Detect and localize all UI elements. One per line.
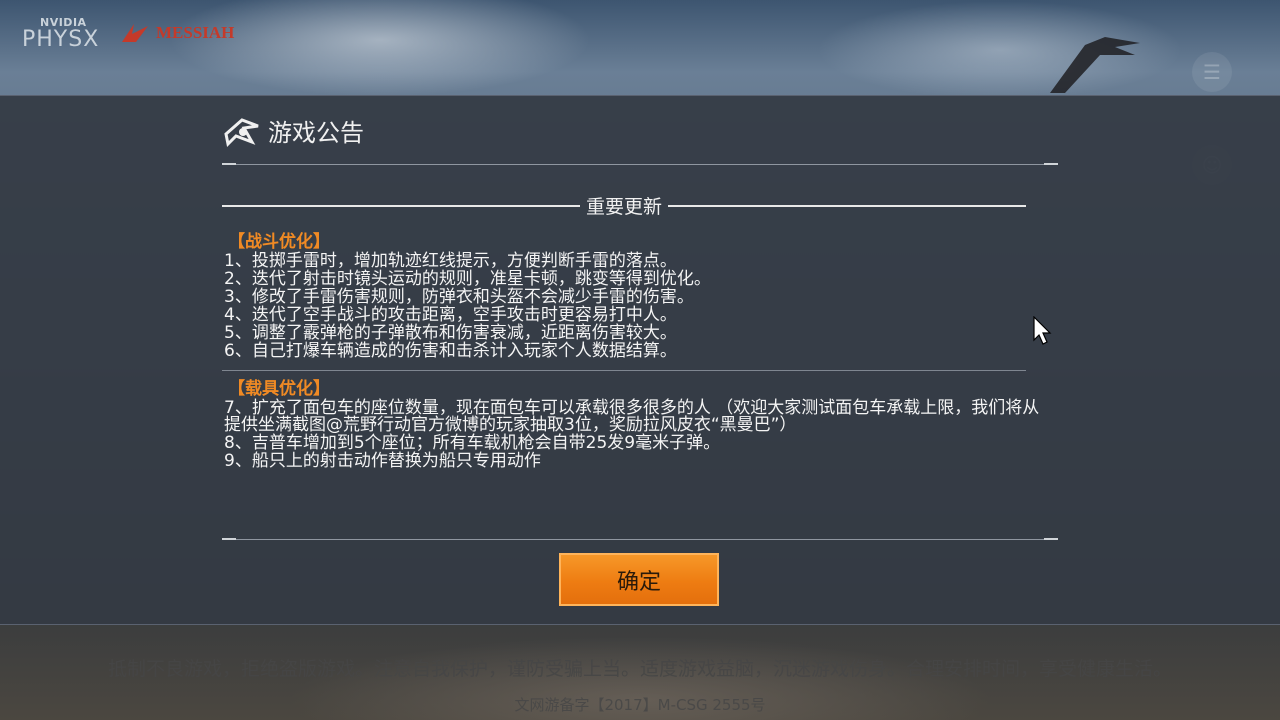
header-divider [222, 164, 1058, 165]
divider-tick-right [1044, 163, 1058, 165]
messiah-label: MESSIAH [156, 23, 235, 42]
list-item: 4、迭代了空手战斗的攻击距离，空手攻击时更容易打中人。 [224, 305, 677, 325]
list-item: 1、投掷手雷时，增加轨迹红线提示，方便判断手雷的落点。 [224, 251, 677, 271]
dialog-header: 游戏公告 [222, 113, 364, 148]
divider-tick-right [1044, 538, 1058, 540]
airplane-icon [1050, 37, 1140, 93]
list-item: 2、迭代了射击时镜头运动的规则，准星卡顿，跳变等得到优化。 [224, 269, 711, 289]
messiah-emblem-icon [122, 24, 148, 42]
mouse-cursor-icon [1033, 316, 1052, 345]
footer-divider [222, 539, 1058, 540]
section-divider [222, 370, 1026, 371]
list-item: 8、吉普车增加到5个座位；所有车载机枪会自带25发9毫米子弹。 [224, 433, 721, 453]
license-number: 文网游备字【2017】M-CSG 2555号 [514, 696, 766, 714]
nvidia-physx-logo: NVIDIA PHYSX [22, 16, 99, 51]
document-icon[interactable]: ☰ [1192, 52, 1232, 92]
list-item: 9、船只上的射击动作替换为船只专用动作 [224, 451, 541, 471]
game-logo-icon [224, 117, 259, 147]
announcement-scroll-area[interactable]: 【战斗优化】 1、投掷手雷时，增加轨迹红线提示，方便判断手雷的落点。 2、迭代了… [222, 232, 1060, 520]
list-item: 6、自己打爆车辆造成的伤害和击杀计入玩家个人数据结算。 [224, 341, 677, 361]
list-item: 5、调整了霰弹枪的子弹散布和伤害衰减，近距离伤害较大。 [224, 323, 677, 343]
section-title: 【战斗优化】 [228, 232, 330, 252]
health-notice: 抵制不良游戏，拒绝盗版游戏。注意自我保护，谨防受骗上当。适度游戏益脑，沉迷游戏伤… [107, 658, 1172, 680]
subtitle-line-right [668, 204, 1027, 207]
physx-label: PHYSX [22, 27, 100, 52]
dialog-subtitle: 重要更新 [586, 196, 663, 218]
dialog-title: 游戏公告 [268, 119, 364, 147]
list-item: 3、修改了手雷伤害规则，防弹衣和头盔不会减少手雷的伤害。 [224, 287, 694, 307]
divider-tick-left [222, 163, 236, 165]
list-item: 7、扩充了面包车的座位数量，现在面包车可以承载很多很多的人 （欢迎大家测试面包车… [224, 398, 1040, 435]
confirm-button[interactable]: 确定 [559, 553, 719, 606]
subtitle-line-left [222, 204, 580, 207]
subtitle-row: 重要更新 [222, 192, 1027, 219]
messiah-logo: MESSIAH [120, 22, 234, 44]
divider-tick-left [222, 538, 236, 540]
section-title: 【载具优化】 [228, 379, 330, 399]
